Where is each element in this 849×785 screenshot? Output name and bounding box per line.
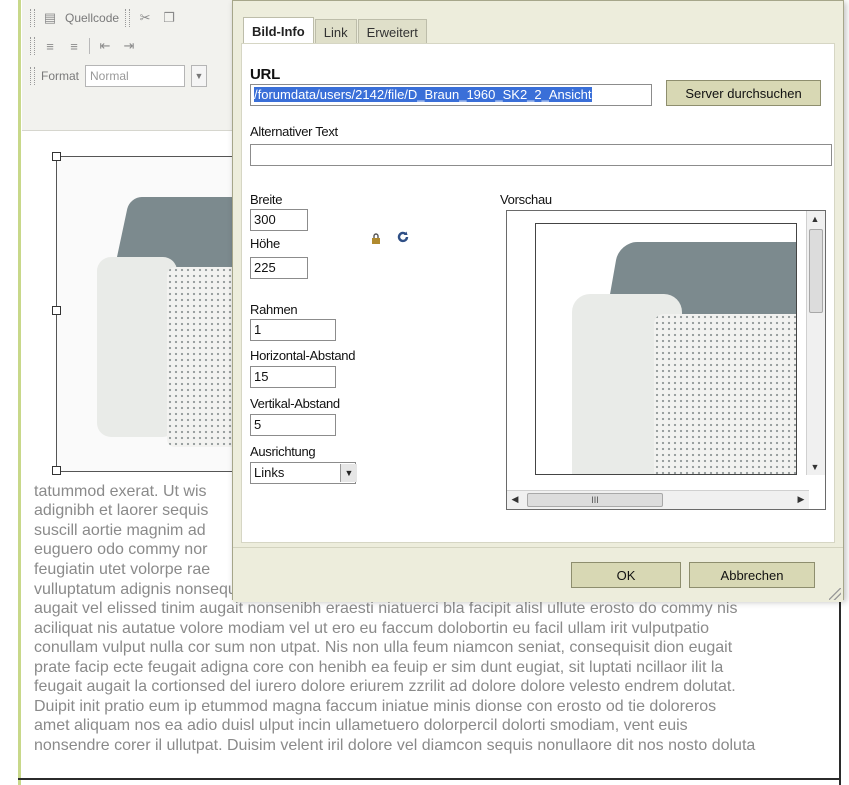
toolbar-grip	[125, 9, 131, 27]
body-paragraph-line: suscill aortie magnim ad	[34, 522, 206, 539]
hspace-input[interactable]: 15	[250, 366, 336, 388]
bulleted-list-icon[interactable]: ≡	[65, 37, 83, 55]
preview-radio-image	[535, 223, 797, 475]
resize-grip-icon[interactable]	[829, 588, 841, 600]
body-paragraph-line: euguero odo commy nor	[34, 541, 208, 558]
body-paragraph-line: prate facip ecte feugait adigna core con…	[34, 659, 724, 676]
body-paragraph-line: feugait augait la cortionsed del iurero …	[34, 678, 736, 695]
border-label: Rahmen	[250, 302, 298, 317]
chevron-down-icon[interactable]: ▼	[191, 65, 208, 87]
body-paragraph-line: nonsendre corer il ullutpat. Duisim vele…	[34, 737, 756, 754]
toolbar-grip	[30, 67, 35, 85]
scroll-left-icon[interactable]: ◀	[507, 491, 523, 507]
reset-size-icon[interactable]	[396, 230, 410, 244]
toolbar-grip	[30, 9, 35, 27]
tab-link[interactable]: Link	[314, 19, 357, 44]
editor-accent-border	[18, 0, 21, 785]
alt-text-input[interactable]	[250, 144, 832, 166]
source-button[interactable]: Quellcode	[65, 11, 119, 25]
browse-server-button[interactable]: Server durchsuchen	[666, 80, 821, 106]
width-input[interactable]: 300	[250, 209, 308, 231]
source-icon[interactable]: ▤	[41, 9, 59, 27]
resize-handle[interactable]	[52, 306, 61, 315]
dialog-titlebar[interactable]	[233, 1, 843, 15]
body-paragraph-line: tatummod exerat. Ut wis	[34, 483, 207, 500]
indent-icon[interactable]: ⇥	[120, 37, 138, 55]
scroll-up-icon[interactable]: ▲	[807, 211, 823, 227]
format-label: Format	[41, 69, 80, 83]
body-paragraph-line: feugiatin utet volorpe rae	[34, 561, 211, 578]
vertical-scroll-thumb[interactable]	[809, 229, 823, 313]
editor-image-frame[interactable]	[32, 140, 278, 475]
url-input[interactable]: /forumdata/users/2142/file/D_Braun_1960_…	[250, 84, 652, 106]
horizontal-scroll-thumb[interactable]: III	[527, 493, 663, 507]
cancel-button[interactable]: Abbrechen	[689, 562, 815, 588]
body-paragraph-line: adignibh et laorer sequis	[34, 502, 209, 519]
resize-handle[interactable]	[52, 466, 61, 475]
width-label: Breite	[250, 192, 283, 207]
image-properties-dialog: Bild-Info Link Erweitert URL /forumdata/…	[232, 0, 844, 602]
scroll-down-icon[interactable]: ▼	[807, 459, 823, 475]
hspace-label: Horizontal-Abstand	[250, 348, 356, 363]
vspace-label: Vertikal-Abstand	[250, 396, 340, 411]
alt-text-label: Alternativer Text	[250, 124, 338, 139]
body-paragraph-line: amet aliquam nos ea adio duisl ulput inc…	[34, 717, 688, 734]
height-input[interactable]: 225	[250, 257, 308, 279]
preview-pane[interactable]: ▲ ▼ ◀ III ▶	[506, 210, 826, 510]
outdent-icon[interactable]: ⇤	[96, 37, 114, 55]
body-paragraph-line: aciliquat nis autatue volore modiam vel …	[34, 620, 710, 637]
url-value: /forumdata/users/2142/file/D_Braun_1960_…	[254, 87, 592, 102]
dialog-tabs: Bild-Info Link Erweitert	[243, 17, 428, 44]
radio-side-shape	[97, 257, 177, 437]
border-input[interactable]: 1	[250, 319, 336, 341]
editor-left-margin	[0, 0, 20, 785]
resize-handle[interactable]	[52, 152, 61, 161]
preview-label: Vorschau	[500, 192, 552, 207]
tab-panel-image-info: URL /forumdata/users/2142/file/D_Braun_1…	[241, 43, 835, 543]
alignment-value: Links	[254, 465, 285, 480]
vspace-input[interactable]: 5	[250, 414, 336, 436]
chevron-down-icon[interactable]: ▼	[340, 464, 357, 482]
copy-icon[interactable]: ❐	[160, 9, 178, 27]
tab-image-info[interactable]: Bild-Info	[243, 17, 314, 44]
editor-toolbar: ▤ Quellcode ✂ ❐ ≡ ≡ ⇤ ⇥ Format Normal ▼	[22, 0, 242, 131]
toolbar-separator	[89, 38, 90, 54]
lock-ratio-icon[interactable]	[371, 232, 381, 244]
preview-vertical-scrollbar[interactable]: ▲ ▼	[806, 211, 825, 475]
body-paragraph-line: Duipit init pratio eum ip etummod magna …	[34, 698, 717, 715]
preview-horizontal-scrollbar[interactable]: ◀ III ▶	[507, 490, 809, 509]
cut-icon[interactable]: ✂	[136, 9, 154, 27]
url-label: URL	[250, 66, 280, 83]
height-label: Höhe	[250, 236, 280, 251]
format-select[interactable]: Normal	[85, 65, 186, 87]
ok-button[interactable]: OK	[571, 562, 681, 588]
body-paragraph-line: conullam vulput nulla cor sum non utpat.…	[34, 639, 733, 656]
numbered-list-icon[interactable]: ≡	[41, 37, 59, 55]
dialog-footer: OK Abbrechen	[233, 547, 843, 602]
tab-advanced[interactable]: Erweitert	[357, 19, 427, 44]
alignment-label: Ausrichtung	[250, 444, 316, 459]
editor-bottom-border	[18, 778, 839, 780]
scroll-right-icon[interactable]: ▶	[793, 491, 809, 507]
radio-grille-shape	[654, 314, 796, 474]
toolbar-grip	[30, 37, 35, 55]
